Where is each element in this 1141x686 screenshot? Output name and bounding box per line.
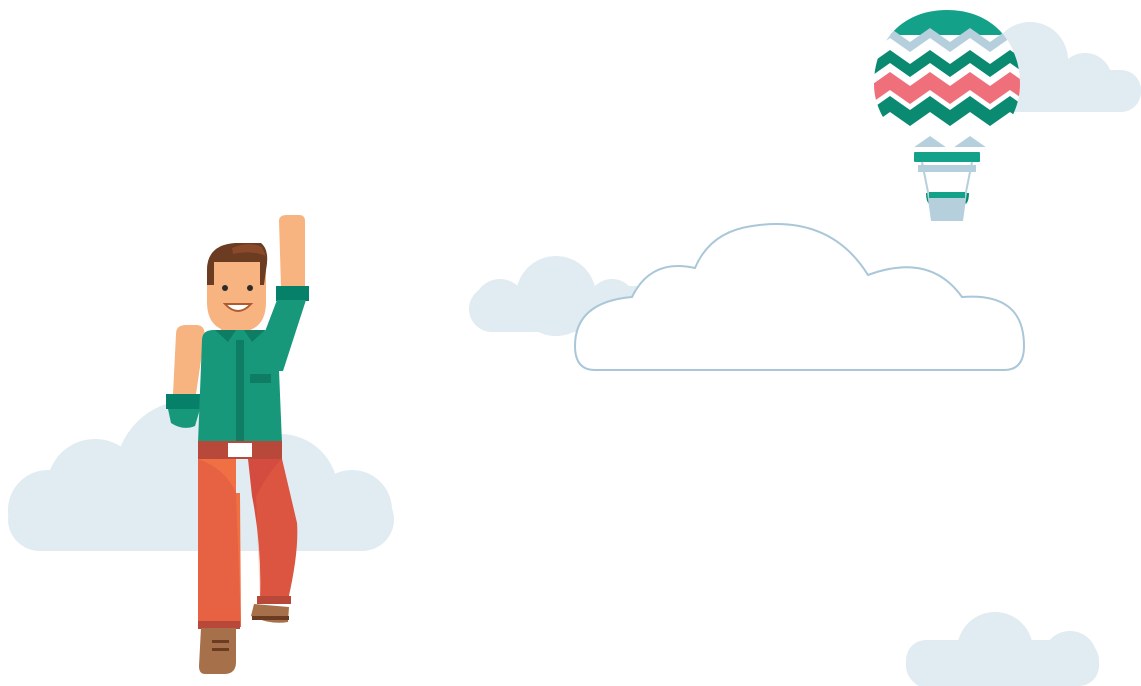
illustration-scene [0,0,1141,686]
